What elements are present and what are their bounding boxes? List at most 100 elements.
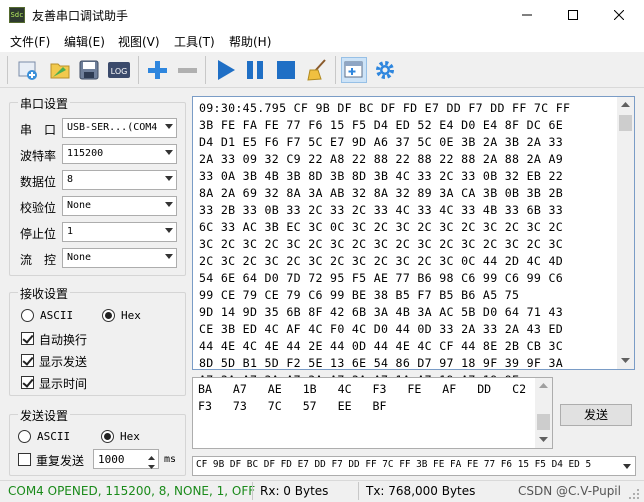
- interval-spinbox[interactable]: 1000: [93, 449, 159, 469]
- port-select-value: USB-SER...(COM4: [67, 122, 158, 133]
- receive-line: 09:30:45.795 CF 9B DF BC DF FD E7 DD F7 …: [199, 101, 571, 115]
- menu-view[interactable]: 视图(V): [118, 33, 160, 50]
- send-button[interactable]: 发送: [560, 404, 632, 426]
- stopbits-label: 停止位: [20, 227, 57, 241]
- scroll-up-icon[interactable]: [539, 383, 548, 389]
- status-separator: [358, 482, 359, 500]
- parity-select[interactable]: None: [62, 196, 177, 216]
- stop-button[interactable]: [273, 57, 299, 83]
- minimize-button[interactable]: [504, 0, 550, 30]
- chevron-down-icon: [165, 254, 173, 259]
- receive-line: 2A 33 09 32 C9 22 A8 22 88 22 88 22 88 2…: [199, 152, 564, 166]
- send-scroll-thumb[interactable]: [537, 414, 550, 430]
- databits-select[interactable]: 8: [62, 170, 177, 190]
- new-window-icon: [344, 61, 363, 78]
- flow-label: 流 控: [20, 253, 57, 267]
- receive-line: 2C 3C 2C 3C 2C 3C 2C 3C 2C 3C 2C 3C 0C 4…: [199, 254, 564, 268]
- spin-down-icon[interactable]: [146, 460, 157, 469]
- add-icon: [148, 61, 167, 79]
- flow-select[interactable]: None: [62, 248, 177, 268]
- receive-hex-label: Hex: [121, 309, 141, 322]
- pause-button[interactable]: [242, 57, 268, 83]
- repeat-send-checkbox[interactable]: [18, 453, 31, 466]
- receive-scrollbar[interactable]: [617, 97, 634, 369]
- resize-grip-icon[interactable]: [628, 488, 640, 500]
- show-send-checkbox[interactable]: [21, 354, 34, 367]
- minimize-icon: [522, 14, 532, 16]
- connection-status: COM4 OPENED, 115200, 8, NONE, 1, OFF: [8, 484, 256, 498]
- menu-file[interactable]: 文件(F): [10, 33, 50, 50]
- scroll-up-icon[interactable]: [621, 102, 630, 108]
- add-button[interactable]: [144, 57, 170, 83]
- show-time-checkbox[interactable]: [21, 376, 34, 389]
- send-ascii-radio[interactable]: [18, 430, 31, 443]
- receive-line: 33 0A 3B 4B 3B 8D 3B 8D 3B 4C 33 2C 33 0…: [199, 169, 564, 183]
- open-icon: [50, 63, 70, 79]
- history-dropdown[interactable]: [619, 457, 635, 475]
- chevron-down-icon: [165, 176, 173, 181]
- remove-button[interactable]: [174, 57, 200, 83]
- settings-button[interactable]: [372, 57, 398, 83]
- new-window-button[interactable]: [341, 57, 367, 83]
- maximize-icon: [568, 10, 578, 20]
- stopbits-select[interactable]: 1: [62, 222, 177, 242]
- receive-scroll-thumb[interactable]: [619, 115, 632, 131]
- databits-select-value: 8: [67, 174, 74, 185]
- receive-ascii-label: ASCII: [40, 309, 74, 322]
- send-line: F3 73 7C 57 EE BF: [198, 399, 387, 413]
- repeat-send-label: 重复发送: [36, 454, 85, 468]
- interval-unit: ms: [164, 454, 177, 465]
- close-button[interactable]: [596, 0, 642, 30]
- port-label: 串 口: [20, 123, 57, 137]
- receive-settings-title: 接收设置: [18, 285, 71, 302]
- chevron-down-icon: [165, 202, 173, 207]
- autowrap-checkbox[interactable]: [21, 332, 34, 345]
- receive-line: 8D 5D B1 5D F2 5E 13 6E 54 86 D7 97 18 9…: [199, 356, 564, 370]
- maximize-button[interactable]: [550, 0, 596, 30]
- receive-line: CE 3B ED 4C AF 4C F0 4C D0 44 0D 33 2A 3…: [199, 322, 564, 336]
- remove-icon: [178, 68, 197, 73]
- send-history-value: CF 9B DF BC DF FD E7 DD F7 DD FF 7C FF 3…: [196, 459, 592, 470]
- receive-ascii-radio[interactable]: [21, 309, 34, 322]
- menu-tools[interactable]: 工具(T): [174, 33, 215, 50]
- open-button[interactable]: [47, 57, 73, 83]
- new-session-button[interactable]: [15, 57, 41, 83]
- receive-line: 3C 2C 3C 2C 3C 2C 3C 2C 3C 2C 3C 2C 3C 2…: [199, 237, 564, 251]
- send-textarea[interactable]: BA A7 AE 1B 4C F3 FE AF DD C2 F3 73 7C 57…: [192, 377, 553, 449]
- chevron-down-icon: [165, 124, 173, 129]
- receive-hex-radio[interactable]: [102, 309, 115, 322]
- save-button[interactable]: [76, 57, 102, 83]
- clear-icon: [307, 59, 326, 81]
- chevron-down-icon: [623, 464, 631, 469]
- spin-up-icon[interactable]: [146, 451, 157, 460]
- new-session-icon: [18, 61, 37, 80]
- receive-line: 54 6E 64 D0 7D 72 95 F5 AE 77 B6 98 C6 9…: [199, 271, 564, 285]
- databits-label: 数据位: [20, 175, 57, 189]
- send-scrollbar[interactable]: [535, 378, 552, 448]
- baud-select[interactable]: 115200: [62, 144, 177, 164]
- baud-select-value: 115200: [67, 148, 104, 159]
- parity-select-value: None: [67, 200, 92, 211]
- tx-count: Tx: 768,000 Bytes: [366, 484, 476, 498]
- send-hex-radio[interactable]: [101, 430, 114, 443]
- stopbits-select-value: 1: [67, 226, 74, 237]
- send-history-select[interactable]: CF 9B DF BC DF FD E7 DD F7 DD FF 7C FF 3…: [192, 456, 636, 476]
- scroll-down-icon[interactable]: [621, 358, 630, 364]
- log-icon: LOG: [108, 62, 130, 78]
- menu-help[interactable]: 帮助(H): [229, 33, 271, 50]
- receive-line: 8A 2A 69 32 8A 3A AB 32 8A 32 89 3A CA 3…: [199, 186, 564, 200]
- save-icon: [79, 60, 99, 80]
- log-button[interactable]: LOG: [106, 57, 132, 83]
- receive-line: D4 D1 E5 F6 F7 5C E7 9D A6 37 5C 0E 3B 2…: [199, 135, 564, 149]
- autowrap-label: 自动换行: [39, 333, 88, 347]
- clear-button[interactable]: [304, 57, 330, 83]
- receive-line: 99 CE 79 CE 79 C6 99 BE 38 B5 F7 B5 B6 A…: [199, 288, 520, 302]
- menu-edit[interactable]: 编辑(E): [64, 33, 105, 50]
- receive-textarea[interactable]: 09:30:45.795 CF 9B DF BC DF FD E7 DD F7 …: [192, 96, 635, 387]
- port-settings-title: 串口设置: [18, 95, 71, 112]
- flow-select-value: None: [67, 252, 92, 263]
- scroll-down-icon[interactable]: [539, 437, 548, 443]
- chevron-down-icon: [165, 150, 173, 155]
- start-button[interactable]: [212, 57, 238, 83]
- port-select[interactable]: USB-SER...(COM4: [62, 118, 177, 138]
